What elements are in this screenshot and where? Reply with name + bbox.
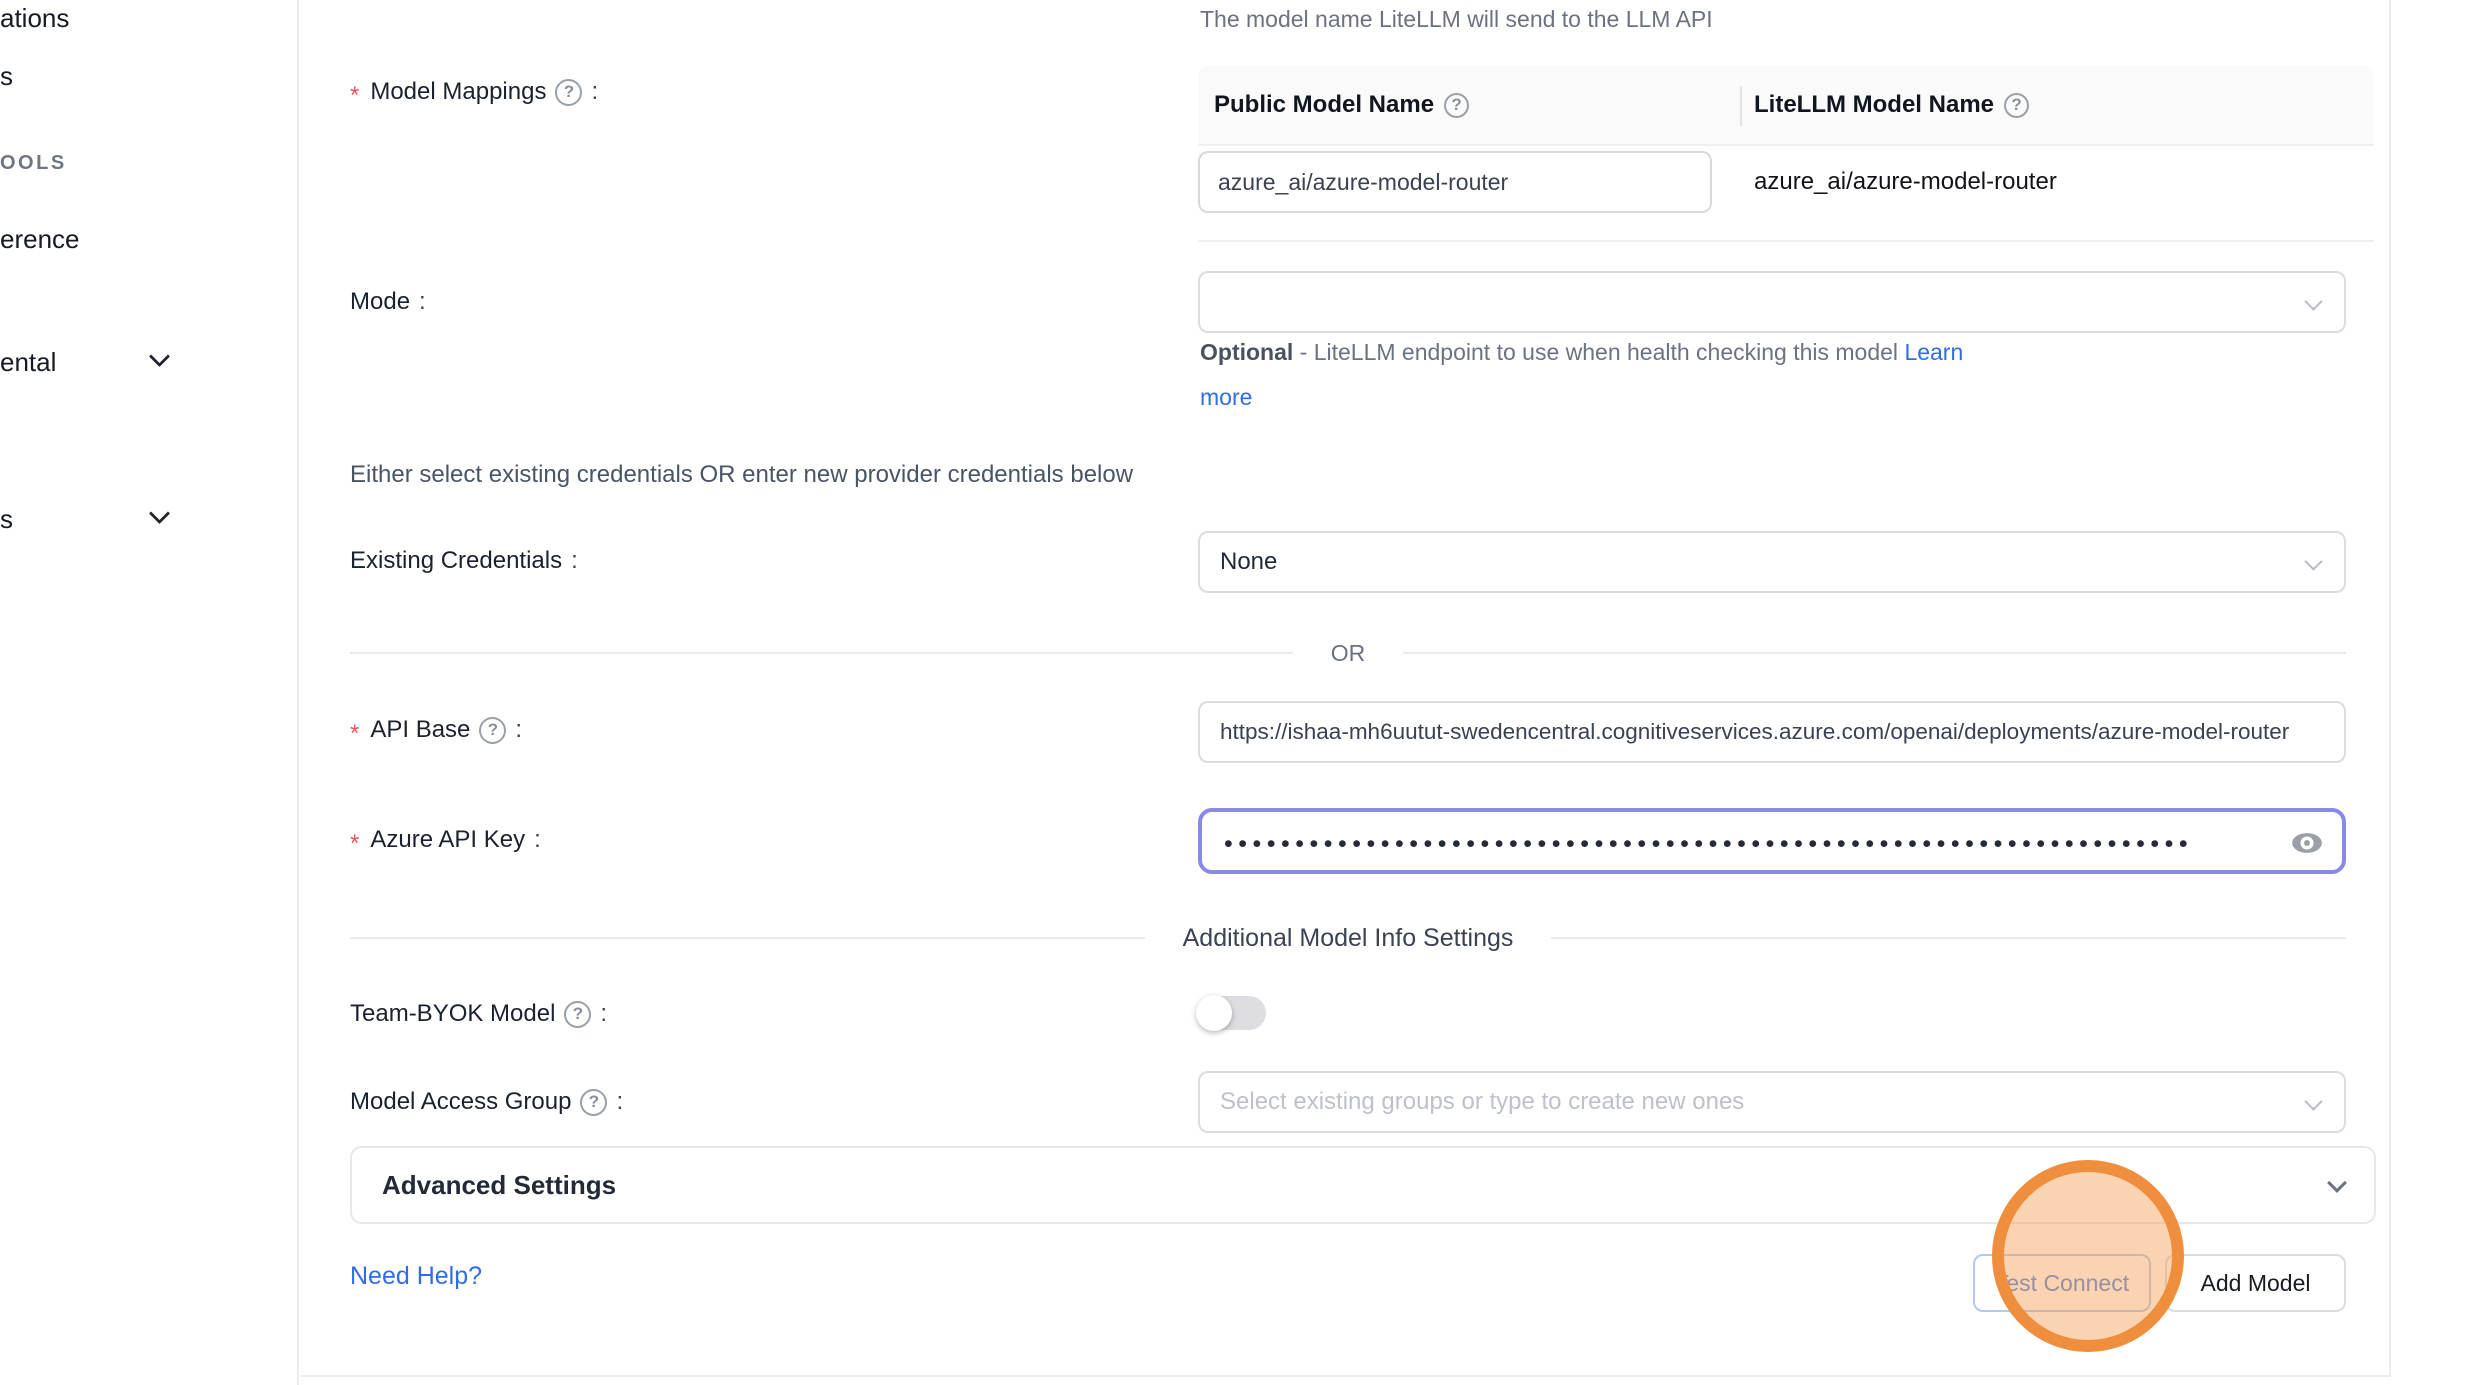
litellm-model-name-value: azure_ai/azure-model-router — [1754, 146, 2057, 218]
sidebar-item-label: erence — [0, 224, 80, 255]
existing-credentials-value: None — [1220, 548, 1277, 576]
need-help-link[interactable]: Need Help? — [350, 1262, 482, 1291]
column-label: LiteLLM Model Name — [1754, 91, 1994, 119]
sidebar-item-label: ental — [0, 347, 56, 378]
team-byok-label-text: Team-BYOK Model — [350, 1000, 555, 1028]
model-mappings-table: Public Model Name LiteLLM Model Name azu… — [1198, 66, 2374, 242]
chevron-down-icon — [149, 503, 170, 524]
additional-settings-divider-text: Additional Model Info Settings — [1183, 924, 1514, 953]
existing-credentials-label-text: Existing Credentials — [350, 547, 562, 575]
sidebar-item-fragment[interactable]: ental — [0, 340, 250, 384]
label-colon — [616, 1088, 623, 1116]
sidebar-item-label: s — [0, 504, 13, 535]
advanced-settings-panel[interactable]: Advanced Settings — [350, 1146, 2376, 1224]
advanced-settings-title: Advanced Settings — [382, 1170, 616, 1201]
azure-api-key-label-text: Azure API Key — [370, 826, 525, 854]
help-circle-icon[interactable] — [2004, 93, 2029, 118]
model-access-group-label: Model Access Group — [350, 1080, 623, 1124]
sidebar: ations s OOLS erence ental s — [0, 0, 299, 1385]
column-divider — [1740, 86, 1742, 126]
mode-help-text: Optional - LiteLLM endpoint to use when … — [1200, 330, 2000, 420]
model-mappings-table-header: Public Model Name LiteLLM Model Name — [1198, 66, 2374, 146]
api-base-label: * API Base — [350, 708, 522, 752]
mode-label-text: Mode — [350, 288, 410, 316]
model-access-group-placeholder: Select existing groups or type to create… — [1220, 1088, 1744, 1116]
help-circle-icon[interactable] — [564, 1001, 591, 1028]
sidebar-item-fragment[interactable]: ations — [0, 0, 250, 40]
help-circle-icon[interactable] — [555, 79, 582, 106]
required-asterisk: * — [350, 82, 359, 110]
help-circle-icon[interactable] — [479, 717, 506, 744]
or-divider-text: OR — [1331, 640, 1366, 667]
mode-select[interactable] — [1198, 271, 2346, 333]
label-colon — [419, 288, 426, 316]
model-access-group-select[interactable]: Select existing groups or type to create… — [1198, 1071, 2346, 1133]
mode-label: Mode — [350, 280, 426, 324]
model-mappings-label: * Model Mappings — [350, 70, 598, 114]
model-mappings-table-row: azure_ai/azure-model-router azure_ai/azu… — [1198, 146, 2374, 242]
label-colon — [600, 1000, 607, 1028]
label-colon — [534, 826, 541, 854]
label-colon — [571, 547, 578, 575]
sidebar-section-label: OOLS — [0, 152, 67, 175]
public-model-name-input[interactable]: azure_ai/azure-model-router — [1198, 151, 1712, 213]
sidebar-item-fragment[interactable]: erence — [0, 217, 250, 261]
additional-settings-divider: Additional Model Info Settings — [350, 916, 2346, 960]
column-public-model-name: Public Model Name — [1198, 91, 1740, 119]
existing-credentials-label: Existing Credentials — [350, 539, 578, 583]
add-model-button[interactable]: Add Model — [2165, 1254, 2346, 1312]
required-asterisk: * — [350, 720, 359, 748]
public-model-name-value: azure_ai/azure-model-router — [1218, 169, 1508, 196]
test-connect-button[interactable]: Test Connect — [1973, 1254, 2151, 1312]
column-label: Public Model Name — [1214, 91, 1434, 119]
credentials-note: Either select existing credentials OR en… — [350, 461, 1133, 489]
team-byok-toggle[interactable] — [1198, 996, 1266, 1030]
chevron-down-icon — [2327, 1173, 2347, 1193]
sidebar-section-header: OOLS — [0, 141, 250, 185]
add-model-form: The model name LiteLLM will send to the … — [301, 0, 2391, 1377]
sidebar-item-label: ations — [0, 3, 69, 34]
sidebar-item-fragment[interactable]: s — [0, 497, 250, 541]
label-colon — [515, 716, 522, 744]
label-colon — [591, 78, 598, 106]
chevron-down-icon — [2304, 1092, 2322, 1110]
existing-credentials-select[interactable]: None — [1198, 531, 2346, 593]
chevron-down-icon — [2304, 552, 2322, 570]
model-mappings-label-text: Model Mappings — [370, 78, 546, 106]
sidebar-item-label: s — [0, 61, 13, 92]
mode-help-bold: Optional — [1200, 339, 1293, 365]
api-base-input[interactable]: https://ishaa-mh6uutut-swedencentral.cog… — [1198, 701, 2346, 763]
masked-api-key-value: ••••••••••••••••••••••••••••••••••••••••… — [1224, 830, 2193, 859]
chevron-down-icon — [2304, 292, 2322, 310]
help-circle-icon[interactable] — [580, 1089, 607, 1116]
azure-api-key-label: * Azure API Key — [350, 818, 541, 862]
azure-api-key-input[interactable]: ••••••••••••••••••••••••••••••••••••••••… — [1198, 808, 2346, 874]
chevron-down-icon — [149, 346, 170, 367]
sidebar-item-fragment[interactable]: s — [0, 54, 250, 98]
team-byok-label: Team-BYOK Model — [350, 992, 607, 1036]
mode-help-body: - LiteLLM endpoint to use when health ch… — [1293, 339, 1904, 365]
api-base-value: https://ishaa-mh6uutut-swedencentral.cog… — [1220, 719, 2289, 745]
required-asterisk: * — [350, 830, 359, 858]
api-base-label-text: API Base — [370, 716, 470, 744]
eye-icon[interactable] — [2290, 826, 2324, 860]
help-circle-icon[interactable] — [1444, 93, 1469, 118]
or-divider: OR — [350, 631, 2346, 675]
column-litellm-model-name: LiteLLM Model Name — [1740, 91, 2029, 119]
toggle-knob — [1196, 995, 1232, 1031]
litellm-model-name-hint: The model name LiteLLM will send to the … — [1200, 6, 1713, 33]
model-access-group-label-text: Model Access Group — [350, 1088, 571, 1116]
